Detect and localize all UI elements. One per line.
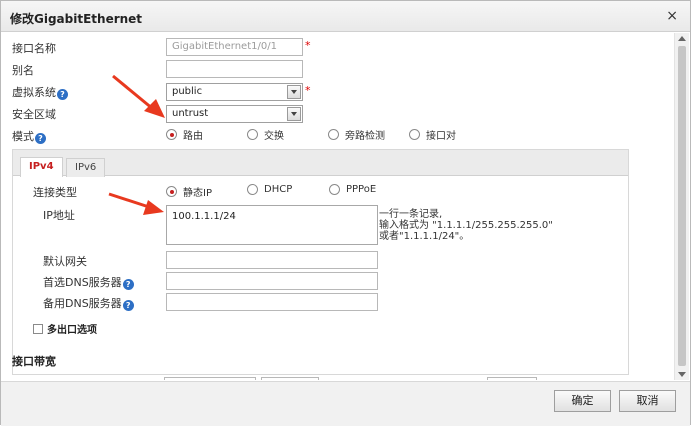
cancel-button[interactable]: 取消 <box>619 390 676 412</box>
tab-ipv4[interactable]: IPv4 <box>20 157 63 177</box>
help-icon[interactable]: ? <box>122 300 134 311</box>
virtual-system-select[interactable]: public <box>166 83 303 101</box>
radio-unselected[interactable] <box>247 184 258 195</box>
radio-label: 交换 <box>264 131 284 142</box>
conn-radio-dhcp[interactable]: DHCP <box>247 184 292 195</box>
vertical-scrollbar[interactable] <box>674 33 689 380</box>
mode-radio-interface-pair[interactable]: 接口对 <box>409 127 456 142</box>
interface-name-field: GigabitEthernet1/0/1 <box>166 38 303 56</box>
radio-label: 旁路检测 <box>345 131 385 142</box>
radio-label: 路由 <box>183 131 203 142</box>
help-icon[interactable]: ? <box>122 279 134 290</box>
virtual-system-value: public <box>172 86 203 97</box>
conn-radio-pppoe[interactable]: PPPoE <box>329 184 376 195</box>
radio-label: DHCP <box>264 184 293 195</box>
security-zone-value: untrust <box>172 108 209 119</box>
mode-radio-bypass[interactable]: 旁路检测 <box>328 127 385 142</box>
radio-unselected[interactable] <box>409 129 420 140</box>
required-mark: * <box>305 84 311 97</box>
required-mark: * <box>305 39 311 52</box>
dialog-titlebar: 修改GigabitEthernet × <box>1 1 690 32</box>
ok-button[interactable]: 确定 <box>554 390 611 412</box>
tab-ipv6[interactable]: IPv6 <box>66 158 106 177</box>
hint-line: 输入格式为 "1.1.1.1/255.255.255.0" <box>379 220 553 231</box>
help-icon[interactable]: ? <box>35 133 46 144</box>
ip-address-label: IP地址 <box>43 209 75 222</box>
bandwidth-extra-input[interactable] <box>487 377 537 380</box>
dropdown-arrow-icon[interactable] <box>287 85 301 99</box>
mode-label: 模式? <box>12 128 46 144</box>
ip-config-panel: IPv4 IPv6 连接类型 静态IP DHCP PPPoE IP地址 100.… <box>12 149 629 375</box>
alias-input[interactable] <box>166 60 303 78</box>
close-icon[interactable]: × <box>666 8 678 24</box>
bandwidth-section-title: 接口带宽 <box>12 355 56 368</box>
dialog-footer: 确定 取消 <box>1 381 690 426</box>
radio-unselected[interactable] <box>328 129 339 140</box>
interface-name-label: 接口名称 <box>12 42 56 55</box>
tab-strip: IPv4 IPv6 <box>13 150 628 177</box>
dropdown-arrow-icon[interactable] <box>287 107 301 121</box>
gateway-label: 默认网关 <box>43 255 87 268</box>
help-icon[interactable]: ? <box>57 89 68 100</box>
radio-selected[interactable] <box>166 186 177 197</box>
connection-type-label: 连接类型 <box>33 186 77 199</box>
checkbox-label: 多出口选项 <box>47 325 97 336</box>
multi-egress-checkbox[interactable]: 多出口选项 <box>33 321 97 336</box>
bandwidth-unit-select[interactable] <box>261 377 319 380</box>
radio-label: 静态IP <box>183 188 212 199</box>
radio-unselected[interactable] <box>247 129 258 140</box>
radio-selected[interactable] <box>166 129 177 140</box>
dns-primary-input[interactable] <box>166 272 378 290</box>
ip-address-textarea[interactable]: 100.1.1.1/24 <box>166 205 378 245</box>
dialog-title: 修改GigabitEthernet <box>10 12 143 26</box>
bandwidth-input[interactable] <box>164 377 256 380</box>
dialog-content: 接口名称 GigabitEthernet1/0/1 * 别名 虚拟系统? pub… <box>1 33 675 380</box>
hint-line: 一行一条记录, <box>379 209 443 220</box>
gateway-input[interactable] <box>166 251 378 269</box>
dns-primary-label: 首选DNS服务器? <box>43 274 134 290</box>
alias-label: 别名 <box>12 64 34 77</box>
edit-interface-dialog: 修改GigabitEthernet × 接口名称 GigabitEthernet… <box>0 0 691 426</box>
hint-line: 或者"1.1.1.1/24"。 <box>379 231 470 242</box>
conn-radio-static[interactable]: 静态IP <box>166 184 212 199</box>
mode-radio-switch[interactable]: 交换 <box>247 127 284 142</box>
security-zone-select[interactable]: untrust <box>166 105 303 123</box>
ip-format-hint: 一行一条记录, 输入格式为 "1.1.1.1/255.255.255.0" 或者… <box>379 209 553 242</box>
radio-label: PPPoE <box>346 184 377 195</box>
scrollbar-thumb[interactable] <box>678 46 686 366</box>
dns-secondary-label: 备用DNS服务器? <box>43 295 134 311</box>
scroll-up-icon[interactable] <box>678 36 686 41</box>
scroll-down-icon[interactable] <box>678 372 686 377</box>
radio-label: 接口对 <box>426 131 456 142</box>
mode-radio-route[interactable]: 路由 <box>166 127 203 142</box>
security-zone-label: 安全区域 <box>12 108 56 121</box>
radio-unselected[interactable] <box>329 184 340 195</box>
virtual-system-label: 虚拟系统? <box>12 84 68 100</box>
dns-secondary-input[interactable] <box>166 293 378 311</box>
checkbox-box[interactable] <box>33 323 43 334</box>
